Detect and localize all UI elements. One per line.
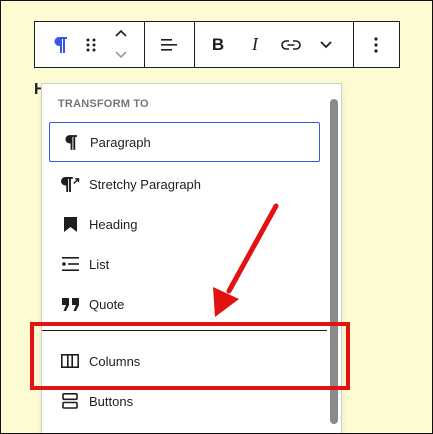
annotation-arrow (213, 203, 279, 317)
editor-canvas: H B I TRANSFORM TO Paragraph Stretchy Pa… (0, 0, 433, 434)
